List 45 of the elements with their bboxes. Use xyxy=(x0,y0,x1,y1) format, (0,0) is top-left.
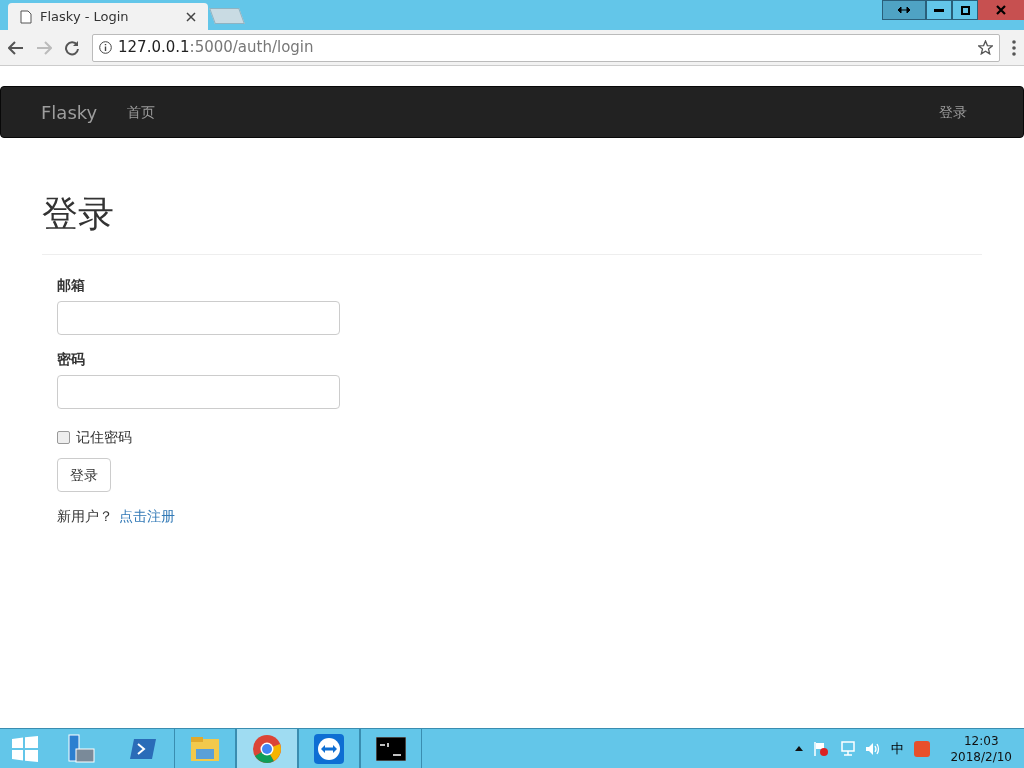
browser-tab[interactable]: Flasky - Login xyxy=(8,3,208,30)
nav-link[interactable]: 登录 xyxy=(939,101,967,123)
nav-link[interactable]: 首页 xyxy=(127,101,156,123)
terminal-prompt-icon xyxy=(129,736,157,761)
double-arrow-icon xyxy=(898,6,910,14)
close-button[interactable] xyxy=(978,0,1024,20)
clock[interactable]: 12:03 2018/2/10 xyxy=(950,732,1012,765)
tab-title: Flasky - Login xyxy=(40,7,130,26)
restore-button[interactable] xyxy=(952,0,978,20)
ime-indicator[interactable]: 中 xyxy=(891,738,905,759)
caret-icon[interactable] xyxy=(795,746,804,751)
field-label: 邮箱 xyxy=(57,276,86,295)
input-method-icon[interactable] xyxy=(914,740,931,757)
folder-icon xyxy=(190,734,220,763)
input-field[interactable] xyxy=(57,301,340,335)
minimize-button[interactable] xyxy=(926,0,952,20)
flag-icon[interactable] xyxy=(813,740,830,757)
field-label: 密码 xyxy=(57,350,86,369)
input-field[interactable] xyxy=(57,375,340,409)
login-button[interactable]: 登录 xyxy=(57,458,111,492)
address-field[interactable]: 127.0.0.1:5000/auth/login xyxy=(92,33,1000,62)
close-icon[interactable] xyxy=(186,11,196,22)
url-text: 127.0.0.1:5000/auth/login xyxy=(118,37,314,59)
menu-icon[interactable] xyxy=(1012,39,1016,56)
register-link[interactable]: 点击注册 xyxy=(119,506,175,527)
windows-logo-icon xyxy=(12,735,38,762)
star-icon[interactable] xyxy=(978,40,993,55)
clock-time: 12:03 xyxy=(963,732,999,749)
resize-button[interactable] xyxy=(882,0,926,20)
taskbar-app[interactable] xyxy=(298,729,360,768)
browser-logo-icon xyxy=(252,733,282,764)
clock-date: 2018/2/10 xyxy=(950,748,1012,765)
taskbar-app[interactable] xyxy=(360,729,422,768)
back-arrow-icon[interactable] xyxy=(8,40,24,55)
page-heading: 登录 xyxy=(42,192,982,255)
command-prompt-icon xyxy=(376,736,406,761)
register-prompt: 新用户？ xyxy=(57,507,113,526)
page-icon xyxy=(20,9,32,24)
checkbox[interactable] xyxy=(57,431,70,444)
brand-link[interactable]: Flasky xyxy=(41,98,98,126)
info-icon[interactable] xyxy=(99,41,112,54)
checkbox-label: 记住密码 xyxy=(76,428,132,447)
reload-icon[interactable] xyxy=(64,39,80,56)
close-icon xyxy=(996,5,1006,15)
server-toolbox-icon xyxy=(66,733,96,764)
